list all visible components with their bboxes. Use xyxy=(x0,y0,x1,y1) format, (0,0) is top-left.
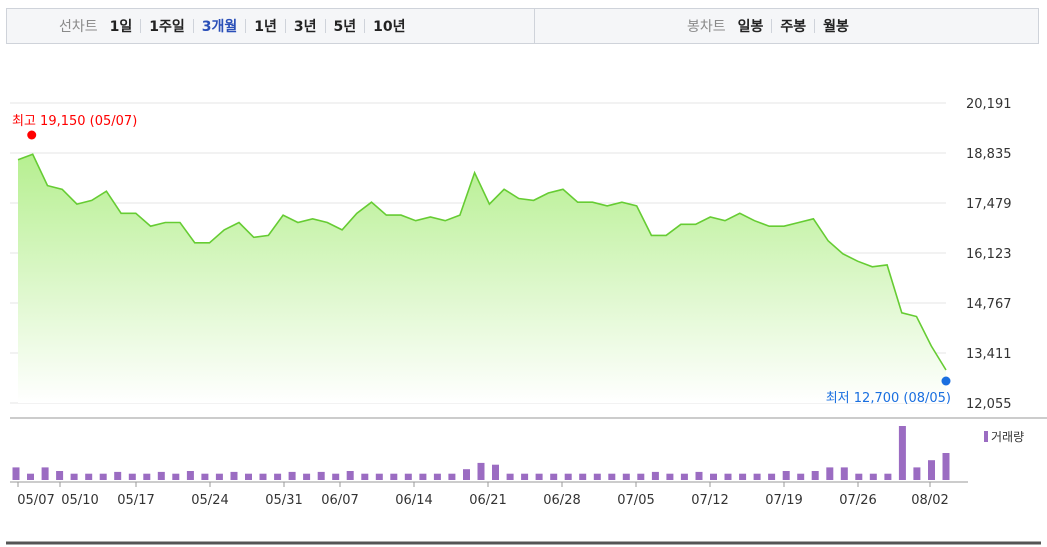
y-tick-label: 18,835 xyxy=(966,147,1012,162)
volume-bar xyxy=(811,471,819,480)
volume-bar xyxy=(27,473,34,480)
volume-bar xyxy=(928,460,935,480)
volume-bar xyxy=(579,473,587,480)
x-tick-label: 06/21 xyxy=(469,493,506,508)
volume-bar xyxy=(448,473,456,480)
volume-bar xyxy=(70,473,78,480)
y-tick-label: 13,411 xyxy=(966,347,1012,362)
volume-bar xyxy=(855,473,863,480)
volume-bar xyxy=(433,473,441,480)
y-tick-label: 14,767 xyxy=(966,297,1012,312)
volume-bar xyxy=(128,473,136,480)
volume-bar xyxy=(172,473,180,480)
volume-bar xyxy=(375,473,383,480)
high-price-label: 최고 19,150 (05/07) xyxy=(12,114,137,129)
volume-bar xyxy=(564,473,572,480)
volume-bar xyxy=(114,471,122,480)
x-tick-label: 07/05 xyxy=(617,493,654,508)
volume-bar xyxy=(245,473,252,480)
volume-bar xyxy=(913,467,921,480)
volume-bar xyxy=(593,473,601,480)
volume-bar xyxy=(404,473,412,480)
volume-bars xyxy=(12,426,950,480)
volume-bar xyxy=(768,473,776,480)
volume-bar xyxy=(463,469,470,480)
volume-bar xyxy=(608,473,616,480)
volume-bar xyxy=(477,462,485,480)
x-tick-label: 06/07 xyxy=(321,493,358,508)
volume-bar xyxy=(637,473,645,480)
volume-legend-label: 거래량 xyxy=(991,430,1024,444)
volume-bar xyxy=(419,473,427,480)
volume-bar xyxy=(797,473,805,480)
volume-bar xyxy=(390,473,398,480)
volume-bar xyxy=(492,464,499,480)
volume-bar xyxy=(753,473,761,480)
volume-bar xyxy=(259,473,267,480)
volume-bar xyxy=(550,473,558,480)
volume-bar xyxy=(869,473,877,480)
volume-bar xyxy=(361,473,369,480)
y-axis-ticks: 20,191 18,835 17,479 16,123 14,767 13,411 12,0… xyxy=(966,97,1012,412)
x-tick-label: 08/02 xyxy=(911,493,948,508)
volume-bar xyxy=(56,471,64,480)
volume-bar xyxy=(99,473,107,480)
x-tick-label: 07/12 xyxy=(691,493,728,508)
volume-bar xyxy=(506,473,514,480)
volume-legend: 거래량 xyxy=(984,430,1024,444)
volume-bar xyxy=(303,473,311,480)
volume-bar xyxy=(884,473,892,480)
x-tick-label: 06/14 xyxy=(395,493,432,508)
volume-bar xyxy=(782,471,790,480)
x-tick-label: 05/24 xyxy=(191,493,228,508)
volume-bar xyxy=(12,467,20,480)
volume-bar xyxy=(826,467,834,480)
volume-legend-swatch xyxy=(984,431,988,442)
volume-bar xyxy=(274,473,282,480)
volume-bar xyxy=(230,471,238,480)
price-area xyxy=(18,154,946,403)
y-tick-label: 12,055 xyxy=(966,397,1012,412)
volume-bar xyxy=(41,467,49,480)
volume-bar xyxy=(85,473,93,480)
volume-bar xyxy=(739,473,747,480)
x-tick-label: 05/17 xyxy=(117,493,154,508)
volume-bar xyxy=(666,473,674,480)
volume-bar xyxy=(535,473,543,480)
x-axis-ticks: 05/07 05/10 05/17 05/24 05/31 06/07 06/14 06/21… xyxy=(17,482,949,508)
volume-bar xyxy=(710,473,717,480)
y-tick-label: 20,191 xyxy=(966,97,1012,112)
volume-bar xyxy=(346,471,354,480)
volume-bar xyxy=(651,471,659,480)
stock-price-chart: 20,191 18,835 17,479 16,123 14,767 13,411 12,0… xyxy=(6,97,1047,545)
x-tick-label: 05/31 xyxy=(265,493,302,508)
x-tick-label: 05/07 xyxy=(17,493,54,508)
x-tick-label: 06/28 xyxy=(543,493,580,508)
volume-bar xyxy=(157,471,165,480)
volume-bar xyxy=(317,471,325,480)
volume-bar xyxy=(680,473,688,480)
volume-bar xyxy=(898,426,906,480)
low-marker xyxy=(941,376,951,386)
volume-bar xyxy=(840,467,848,480)
volume-bar xyxy=(942,453,950,480)
x-tick-label: 07/26 xyxy=(839,493,876,508)
volume-bar xyxy=(332,473,340,480)
volume-bar xyxy=(724,473,732,480)
volume-bar xyxy=(186,471,194,480)
volume-bar xyxy=(215,473,223,480)
x-tick-label: 07/19 xyxy=(765,493,802,508)
volume-bar xyxy=(622,473,630,480)
volume-bar xyxy=(143,473,151,480)
volume-bar xyxy=(695,471,703,480)
volume-bar xyxy=(288,471,296,480)
high-marker xyxy=(27,130,37,140)
low-price-label: 최저 12,700 (08/05) xyxy=(826,391,951,406)
y-tick-label: 16,123 xyxy=(966,247,1012,262)
volume-bar xyxy=(521,473,529,480)
x-tick-label: 05/10 xyxy=(61,493,98,508)
volume-bar xyxy=(201,473,209,480)
y-tick-label: 17,479 xyxy=(966,197,1012,212)
